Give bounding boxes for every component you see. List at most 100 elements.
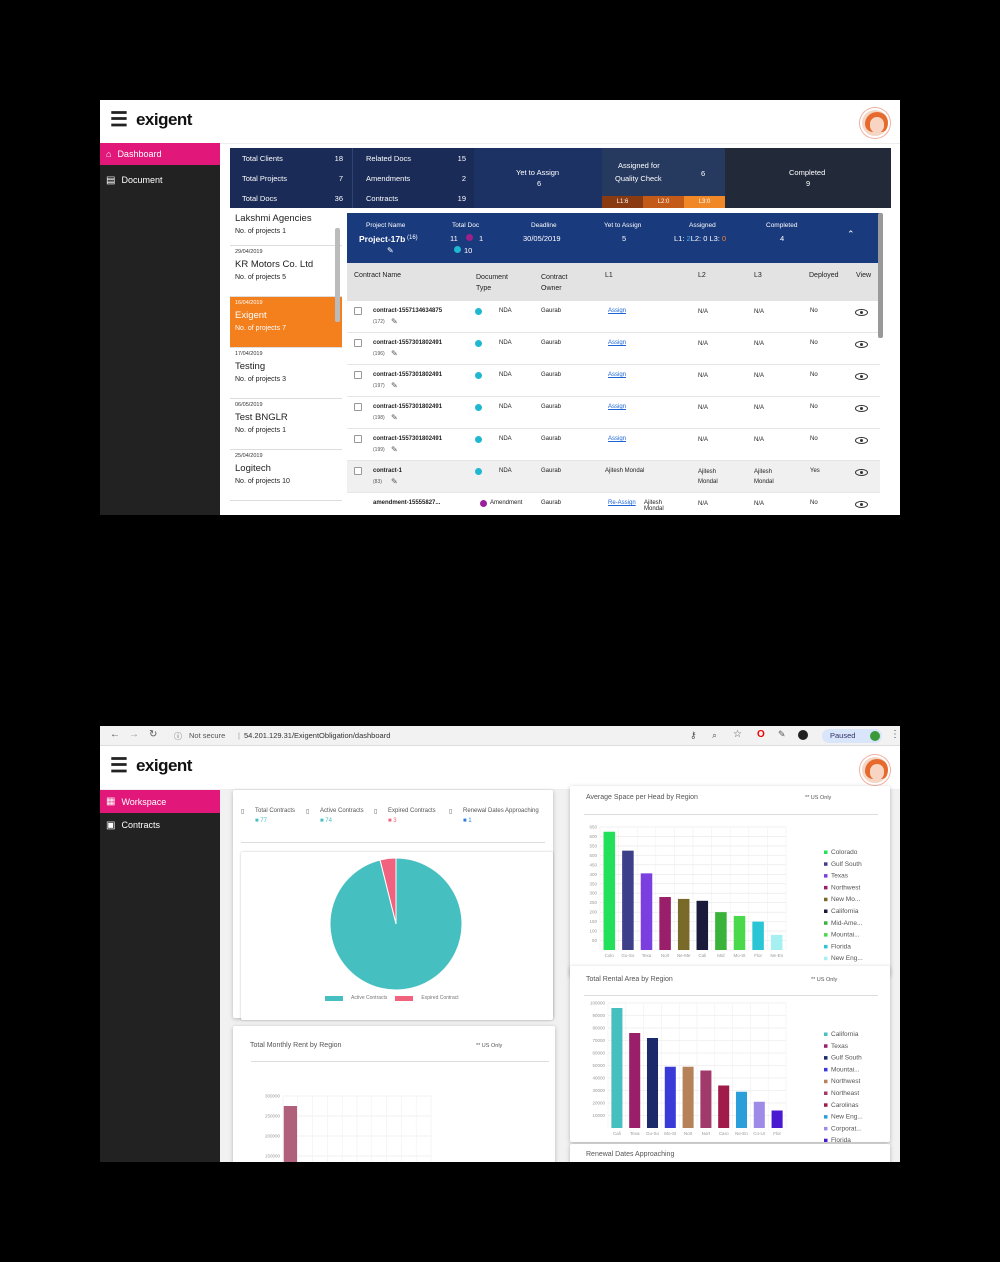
assigned-qc-value: 6: [701, 169, 706, 178]
row-checkbox[interactable]: [354, 307, 362, 315]
table-row[interactable]: contract-1 (83) ✎ NDA Gaurab Ajitesh Mondal Aj…: [347, 461, 880, 493]
view-eye-icon[interactable]: [855, 309, 868, 316]
reload-icon[interactable]: ↻: [149, 729, 157, 740]
sidebar-item-workspace[interactable]: ▦ Workspace: [100, 790, 220, 813]
assignee: Ajitesh Mondal: [644, 500, 664, 512]
client-item[interactable]: 16/04/2019 Exigent No. of projects 7: [230, 297, 342, 348]
avatar[interactable]: [860, 755, 890, 785]
contracts-table-header: Contract Name Document Type Contract Own…: [347, 263, 880, 301]
assign-link[interactable]: Re-Assign: [608, 500, 636, 506]
table-row[interactable]: contract-1557301802491 (199) ✎ NDA Gaurab Ass…: [347, 429, 880, 461]
edit-icon[interactable]: ✎: [391, 381, 398, 390]
legend-swatch: [824, 956, 828, 961]
menu-icon[interactable]: ☰: [110, 756, 128, 776]
profile-button[interactable]: Paused: [822, 729, 882, 743]
assigned-label: Assigned: [689, 222, 716, 229]
client-list-scrollbar[interactable]: [335, 228, 340, 322]
extension-icon[interactable]: [798, 730, 808, 740]
contract-name[interactable]: contract-1557301802491: [373, 436, 442, 442]
view-eye-icon[interactable]: [855, 437, 868, 444]
assign-link[interactable]: Assign: [608, 308, 626, 314]
forward-icon[interactable]: →: [129, 729, 139, 740]
row-checkbox[interactable]: [354, 467, 362, 475]
related-docs-value: 15: [457, 154, 466, 163]
contract-name[interactable]: contract-1557134634875: [373, 308, 442, 314]
view-eye-icon[interactable]: [855, 469, 868, 476]
row-checkbox[interactable]: [354, 371, 362, 379]
client-item[interactable]: Lakshmi Agencies No. of projects 1: [230, 208, 342, 246]
doc-type-dot: [475, 436, 482, 443]
contract-name[interactable]: contract-1: [373, 468, 402, 474]
view-eye-icon[interactable]: [855, 405, 868, 412]
client-item[interactable]: 25/04/2019 Logitech No. of projects 10: [230, 450, 342, 501]
zoom-icon[interactable]: ⌕: [712, 730, 717, 741]
bar-gu-so: [646, 1038, 659, 1128]
table-row[interactable]: contract-1557134634875 (172) ✎ NDA Gaurab Ass…: [347, 301, 880, 333]
client-name: Lakshmi Agencies: [235, 213, 312, 224]
assign-link[interactable]: Assign: [608, 340, 626, 346]
kebab-menu-icon[interactable]: ⋮: [890, 729, 900, 740]
edit-icon[interactable]: ✎: [391, 317, 398, 326]
legend-label: New Mo...: [831, 896, 860, 903]
client-name: Logitech: [235, 463, 271, 474]
menu-icon[interactable]: ☰: [110, 110, 128, 130]
project-name: Project-17b: [359, 234, 406, 244]
contract-name[interactable]: contract-1557301802491: [373, 372, 442, 378]
project-name-count: (16): [407, 235, 418, 241]
client-project-count: No. of projects 1: [235, 228, 286, 235]
table-row[interactable]: contract-1557301802491 (196) ✎ NDA Gaurab Ass…: [347, 333, 880, 365]
row-checkbox[interactable]: [354, 403, 362, 411]
sidebar-item-dashboard[interactable]: ⌂ Dashboard: [100, 143, 220, 165]
y-tick-label: 90000: [592, 1013, 605, 1018]
contract-name[interactable]: contract-1557301802491: [373, 404, 442, 410]
legend-label: Mid-Ame...: [831, 920, 863, 927]
url-field[interactable]: 54.201.129.31/ExigentObligation/dashboar…: [244, 731, 390, 740]
doc-type-dot: [475, 404, 482, 411]
view-eye-icon[interactable]: [855, 341, 868, 348]
edit-icon[interactable]: ✎: [391, 413, 398, 422]
bar-gu-so: [622, 850, 634, 950]
deployed-status: Yes: [810, 468, 820, 474]
avatar[interactable]: [860, 108, 890, 138]
assign-link[interactable]: Assign: [608, 436, 626, 442]
table-row[interactable]: amendment-15555827... Amendment Gaurab Re-A…: [347, 493, 880, 515]
bar-ne-en: [770, 934, 783, 950]
edit-icon[interactable]: ✎: [387, 246, 394, 255]
view-eye-icon[interactable]: [855, 501, 868, 508]
row-checkbox[interactable]: [354, 435, 362, 443]
pen-icon[interactable]: ✎: [778, 729, 786, 740]
y-tick-label: 10000: [592, 1113, 605, 1118]
back-icon[interactable]: ←: [110, 729, 120, 740]
table-row[interactable]: contract-1557301802491 (197) ✎ NDA Gaurab Ass…: [347, 365, 880, 397]
sidebar-item-document[interactable]: ▤ Document: [100, 169, 220, 191]
col-contract-owner: Contract Owner: [541, 274, 568, 292]
star-icon[interactable]: ☆: [733, 729, 742, 740]
opera-icon[interactable]: O: [757, 729, 765, 740]
bar-mo-st: [664, 1066, 676, 1128]
table-row[interactable]: contract-1557301802491 (198) ✎ NDA Gaurab Ass…: [347, 397, 880, 429]
row-checkbox[interactable]: [354, 339, 362, 347]
legend-swatch: [824, 944, 828, 949]
legend-swatch: [824, 897, 828, 902]
edit-icon[interactable]: ✎: [391, 445, 398, 454]
assignee-l3: N/A: [754, 341, 765, 347]
edit-icon[interactable]: ✎: [391, 349, 398, 358]
key-icon[interactable]: ⚷: [690, 730, 697, 741]
legend-label: Corporat...: [831, 1125, 862, 1132]
collapse-chevron-icon[interactable]: ⌃: [847, 229, 855, 240]
table-scrollbar[interactable]: [878, 213, 883, 338]
edit-icon[interactable]: ✎: [391, 477, 398, 486]
not-secure-label: Not secure: [189, 731, 226, 740]
client-item[interactable]: 06/05/2019 Test BNGLR No. of projects 1: [230, 399, 342, 450]
client-item[interactable]: 17/04/2019 Testing No. of projects 3: [230, 348, 342, 399]
contract-name[interactable]: amendment-15555827...: [373, 500, 440, 506]
sidebar-item-contracts[interactable]: ▣ Contracts: [100, 814, 220, 836]
assign-link[interactable]: Assign: [608, 372, 626, 378]
browser-bar: ← → ↻ ⓘ Not secure | 54.201.129.31/Exige…: [100, 726, 900, 746]
view-eye-icon[interactable]: [855, 373, 868, 380]
expired-swatch: [395, 995, 414, 1001]
assign-link[interactable]: Assign: [608, 404, 626, 410]
contract-name[interactable]: contract-1557301802491: [373, 340, 442, 346]
client-item[interactable]: 29/04/2019 KR Motors Co. Ltd No. of projec…: [230, 246, 342, 297]
completed-value: 4: [780, 234, 785, 243]
